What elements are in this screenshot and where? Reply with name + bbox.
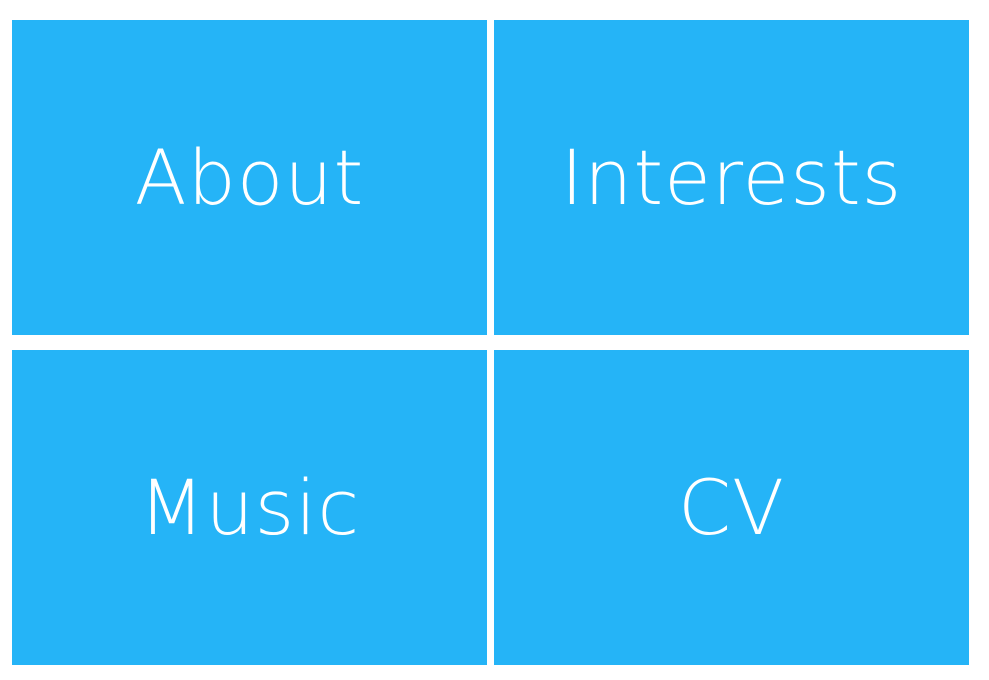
tile-music-label: Music — [138, 462, 361, 552]
tile-about-label: About — [134, 132, 365, 222]
tile-music[interactable]: Music — [12, 350, 487, 665]
tile-cv-label: CV — [677, 462, 786, 552]
tile-about[interactable]: About — [12, 20, 487, 335]
tile-interests-label: Interests — [560, 132, 903, 222]
nav-tile-grid: About Interests Music CV — [12, 20, 969, 665]
tile-cv[interactable]: CV — [494, 350, 969, 665]
tile-interests[interactable]: Interests — [494, 20, 969, 335]
